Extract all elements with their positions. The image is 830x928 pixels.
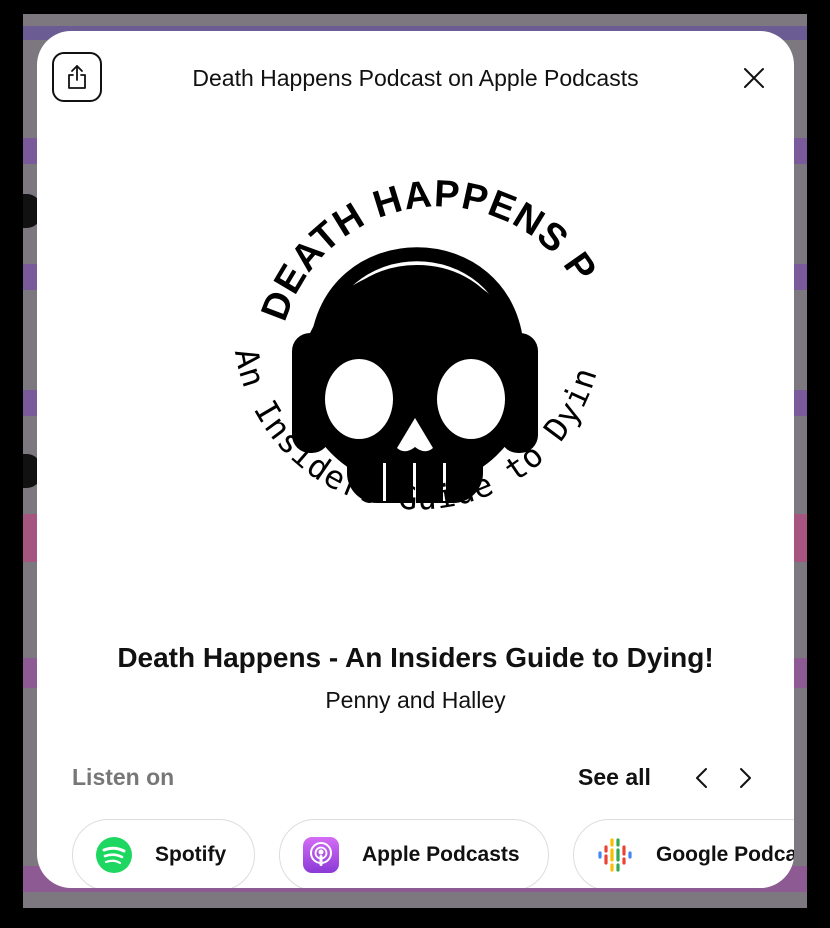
chevron-left-icon bbox=[696, 768, 707, 788]
share-icon bbox=[68, 65, 86, 89]
carousel-prev-button[interactable] bbox=[688, 764, 714, 792]
spotify-icon bbox=[95, 836, 133, 874]
close-button[interactable] bbox=[740, 64, 768, 92]
podcast-cover-art: DEATH HAPPENS PODCAST An Insiders Guide … bbox=[207, 163, 604, 518]
listen-on-label: Listen on bbox=[72, 764, 175, 790]
google-podcasts-icon bbox=[596, 836, 634, 874]
platform-label: Spotify bbox=[155, 843, 227, 866]
modal-title: Death Happens Podcast on Apple Podcasts bbox=[192, 65, 639, 91]
podcast-modal: Death Happens Podcast on Apple Podcasts … bbox=[37, 31, 794, 888]
podcast-author: Penny and Halley bbox=[325, 687, 506, 713]
see-all-link[interactable]: See all bbox=[578, 764, 651, 791]
platform-label: Google Podcasts bbox=[656, 843, 794, 866]
share-button[interactable] bbox=[52, 52, 102, 102]
apple-podcasts-icon bbox=[302, 836, 340, 874]
platform-chip-google-podcasts[interactable]: Google Podcasts bbox=[573, 819, 794, 888]
carousel-next-button[interactable] bbox=[733, 764, 759, 792]
platform-label: Apple Podcasts bbox=[362, 843, 520, 866]
platform-chip-spotify[interactable]: Spotify bbox=[72, 819, 255, 888]
podcast-title: Death Happens - An Insiders Guide to Dyi… bbox=[117, 642, 714, 673]
chevron-right-icon bbox=[740, 768, 751, 788]
close-icon bbox=[744, 68, 764, 88]
platform-chip-apple-podcasts[interactable]: Apple Podcasts bbox=[279, 819, 549, 888]
